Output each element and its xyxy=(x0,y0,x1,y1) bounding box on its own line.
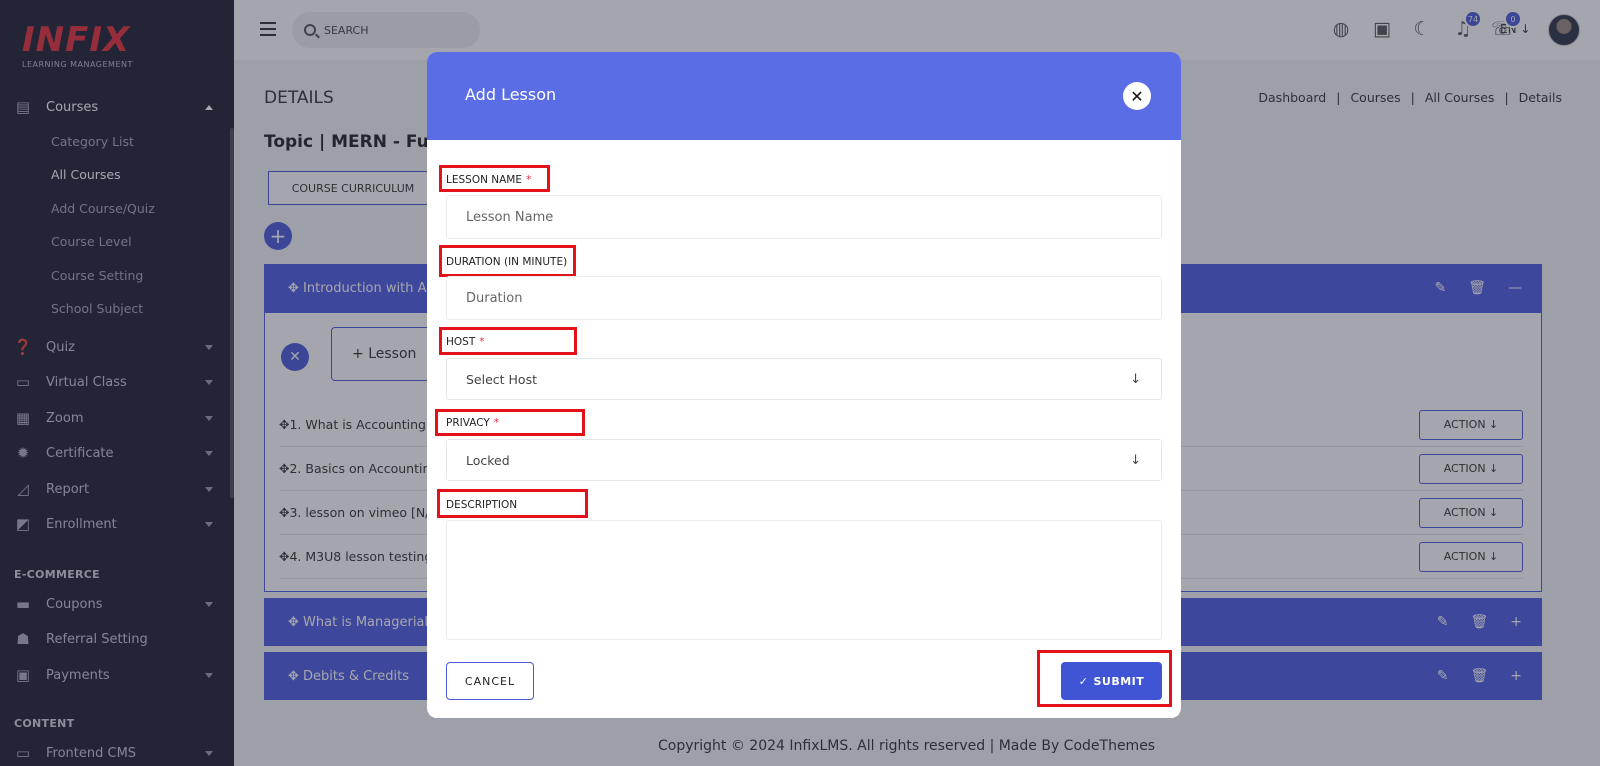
modal-header: Add Lesson ✕ xyxy=(427,52,1181,140)
host-select-value: Select Host xyxy=(466,371,537,387)
privacy-label: PRIVACY * xyxy=(446,417,499,429)
privacy-select[interactable]: Locked ↓ xyxy=(446,439,1162,481)
arrow-down-icon: ↓ xyxy=(1130,371,1141,387)
label-text: PRIVACY xyxy=(446,417,490,429)
description-label: DESCRIPTION xyxy=(446,499,518,511)
lesson-name-input[interactable] xyxy=(446,195,1162,239)
duration-label: DURATION (IN MINUTE) xyxy=(446,256,568,268)
check-icon: ✓ xyxy=(1078,674,1089,688)
label-text: LESSON NAME xyxy=(446,174,523,186)
required-mark: * xyxy=(479,336,485,348)
host-label: HOST * xyxy=(446,336,485,348)
close-icon[interactable]: ✕ xyxy=(1123,82,1151,110)
privacy-select-value: Locked xyxy=(466,452,510,468)
lesson-name-label: LESSON NAME * xyxy=(446,174,531,186)
submit-label: SUBMIT xyxy=(1093,674,1145,688)
required-mark: * xyxy=(493,417,500,429)
label-text: HOST xyxy=(446,336,476,348)
submit-button[interactable]: ✓ SUBMIT xyxy=(1061,662,1162,700)
host-select[interactable]: Select Host ↓ xyxy=(446,358,1162,400)
required-mark: * xyxy=(526,174,532,186)
add-lesson-modal: Add Lesson ✕ LESSON NAME* DURATION (IN M… xyxy=(427,52,1181,718)
cancel-button[interactable]: CANCEL xyxy=(446,662,534,700)
duration-input[interactable] xyxy=(446,276,1162,320)
arrow-down-icon: ↓ xyxy=(1130,452,1141,468)
modal-title: Add Lesson xyxy=(465,85,557,104)
description-textarea[interactable] xyxy=(446,520,1162,640)
